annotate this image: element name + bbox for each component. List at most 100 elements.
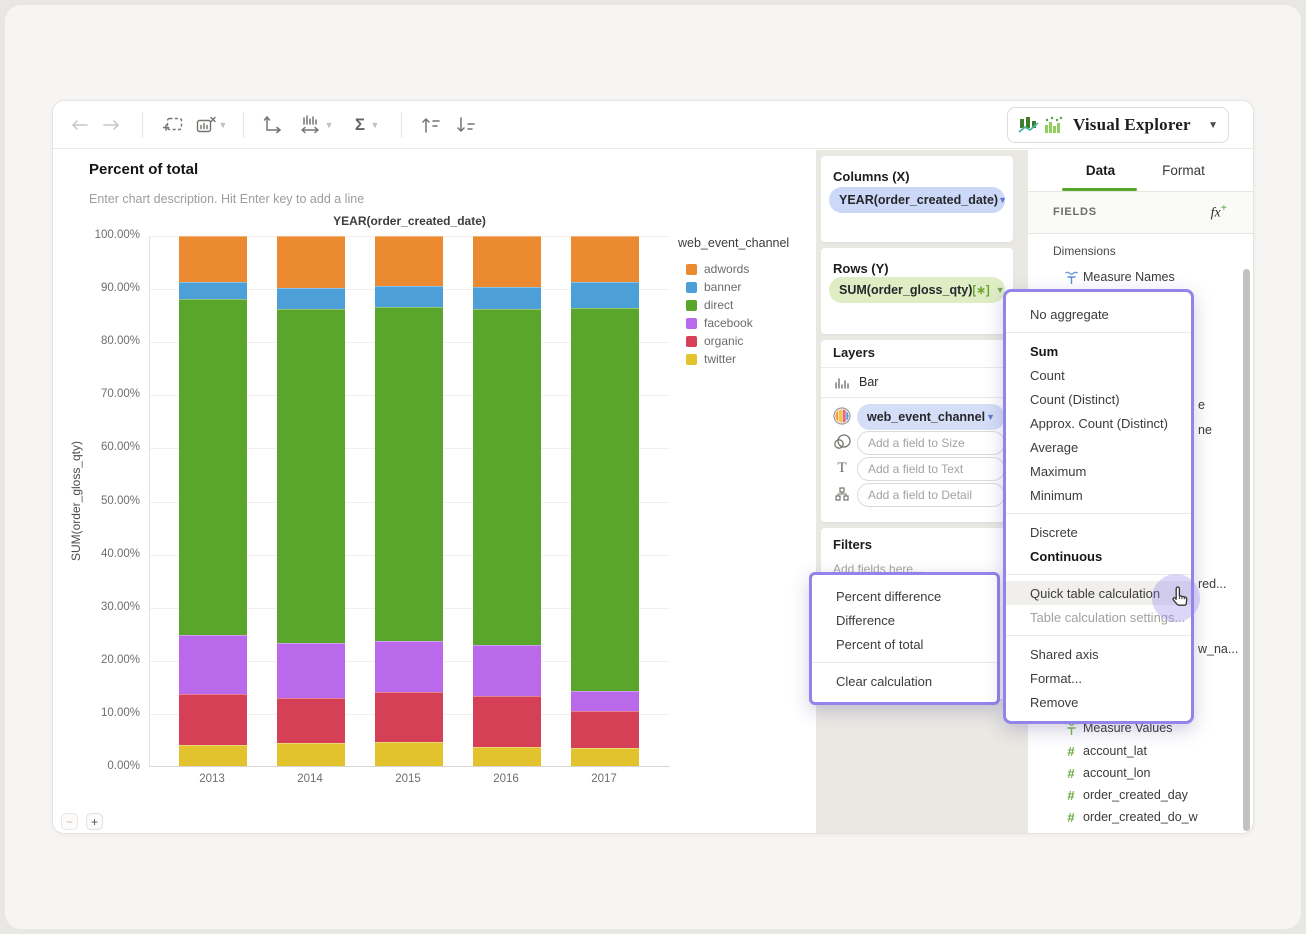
tab-format[interactable]: Format	[1151, 150, 1216, 191]
zoom-in-button[interactable]: +	[86, 813, 103, 830]
menu-item-shared-axis[interactable]: Shared axis	[1006, 642, 1191, 666]
legend-item-direct[interactable]: direct	[686, 296, 753, 314]
field-account_lon[interactable]: # account_lon	[1059, 762, 1150, 784]
chevron-down-icon[interactable]: ▼	[998, 195, 1007, 205]
swap-axes-icon[interactable]	[256, 101, 286, 149]
menu-item-format[interactable]: Format...	[1006, 666, 1191, 690]
menu-item-no-aggregate[interactable]: No aggregate	[1006, 302, 1191, 326]
x-tick-label: 2016	[493, 773, 519, 785]
menu-item-percent-difference[interactable]: Percent difference	[812, 584, 997, 608]
menu-item-remove[interactable]: Remove	[1006, 690, 1191, 714]
bar-segment-twitter[interactable]	[277, 743, 345, 766]
bar-segment-direct[interactable]	[179, 299, 247, 635]
duplicate-chart-icon[interactable]	[158, 101, 188, 149]
bar-segment-facebook[interactable]	[277, 643, 345, 698]
bar-segment-adwords[interactable]	[571, 236, 639, 282]
aggregate-caret-icon[interactable]: ▼	[367, 101, 383, 149]
field-account_lat[interactable]: # account_lat	[1059, 740, 1147, 762]
legend-item-facebook[interactable]: facebook	[686, 314, 753, 332]
bar-segment-banner[interactable]	[179, 281, 247, 300]
bin-settings-caret-icon[interactable]: ▼	[321, 101, 337, 149]
tab-data[interactable]: Data	[1068, 150, 1133, 191]
bar-segment-banner[interactable]	[473, 286, 541, 310]
menu-item-count[interactable]: Count	[1006, 363, 1191, 387]
bar-segment-banner[interactable]	[571, 281, 639, 309]
detail-shelf-input[interactable]: Add a field to Detail	[857, 483, 1005, 507]
menu-item-minimum[interactable]: Minimum	[1006, 483, 1191, 507]
field-label: account_lon	[1083, 766, 1151, 780]
bar-segment-twitter[interactable]	[571, 747, 639, 766]
rows-panel: Rows (Y) SUM(order_gloss_qty) [∗] ▼	[821, 248, 1013, 334]
visual-explorer-button[interactable]: Visual Explorer ▼	[1007, 107, 1229, 143]
rows-field-pill[interactable]: SUM(order_gloss_qty) [∗] ▼	[829, 277, 1005, 303]
bar-segment-adwords[interactable]	[277, 236, 345, 288]
legend-item-banner[interactable]: banner	[686, 278, 753, 296]
field-measure-names[interactable]: Measure Names	[1059, 268, 1175, 286]
menu-item-sum[interactable]: Sum	[1006, 339, 1191, 363]
back-icon[interactable]	[64, 101, 94, 149]
y-tick-label: 50.00%	[100, 494, 140, 507]
stacked-bar-2017[interactable]	[571, 236, 639, 766]
legend-item-twitter[interactable]: twitter	[686, 350, 753, 368]
bar-segment-facebook[interactable]	[375, 640, 443, 693]
bar-segment-adwords[interactable]	[179, 236, 247, 282]
legend-item-adwords[interactable]: adwords	[686, 260, 753, 278]
stacked-bar-2016[interactable]	[473, 236, 541, 766]
menu-item-count-distinct[interactable]: Count (Distinct)	[1006, 387, 1191, 411]
stacked-bar-2013[interactable]	[179, 236, 247, 766]
bar-segment-adwords[interactable]	[473, 236, 541, 287]
delete-chart-caret-icon[interactable]: ▼	[215, 101, 231, 149]
bar-segment-twitter[interactable]	[179, 745, 247, 766]
bar-segment-facebook[interactable]	[571, 690, 639, 711]
chevron-down-icon[interactable]: ▼	[986, 412, 995, 422]
menu-item-discrete[interactable]: Discrete	[1006, 520, 1191, 544]
sort-descending-icon[interactable]	[451, 101, 481, 149]
field-order_created_do_w[interactable]: # order_created_do_w	[1059, 806, 1197, 828]
bar-segment-organic[interactable]	[571, 710, 639, 748]
columns-field-pill[interactable]: YEAR(order_created_date) ▼	[829, 187, 1007, 213]
bar-segment-direct[interactable]	[571, 308, 639, 691]
field-order_created_day[interactable]: # order_created_day	[1059, 784, 1188, 806]
menu-item-difference[interactable]: Difference	[812, 608, 997, 632]
x-tick-label: 2017	[591, 773, 617, 785]
text-shelf-input[interactable]: Add a field to Text	[857, 457, 1005, 481]
bar-segment-banner[interactable]	[375, 285, 443, 308]
legend-item-organic[interactable]: organic	[686, 332, 753, 350]
bar-segment-direct[interactable]	[375, 307, 443, 641]
menu-item-average[interactable]: Average	[1006, 435, 1191, 459]
menu-item-clear-calculation[interactable]: Clear calculation	[812, 669, 997, 693]
bar-segment-organic[interactable]	[375, 692, 443, 743]
chart-description-placeholder[interactable]: Enter chart description. Hit Enter key t…	[89, 192, 364, 206]
bar-segment-direct[interactable]	[277, 309, 345, 644]
fields-scrollbar[interactable]	[1243, 269, 1250, 831]
menu-item-percent-of-total[interactable]: Percent of total	[812, 632, 997, 656]
field-context-menu: No aggregate Sum Count Count (Distinct) Appr…	[1003, 289, 1194, 724]
mark-type-label[interactable]: Bar	[859, 375, 878, 389]
bar-segment-banner[interactable]	[277, 287, 345, 310]
bar-segment-organic[interactable]	[179, 694, 247, 746]
bar-segment-organic[interactable]	[473, 695, 541, 747]
chart-title[interactable]: Percent of total	[89, 161, 198, 178]
bar-segment-organic[interactable]	[277, 697, 345, 744]
bar-segment-facebook[interactable]	[473, 644, 541, 696]
bar-segment-adwords[interactable]	[375, 236, 443, 286]
menu-item-maximum[interactable]: Maximum	[1006, 459, 1191, 483]
menu-item-continuous[interactable]: Continuous	[1006, 544, 1191, 568]
bar-segment-twitter[interactable]	[375, 742, 443, 766]
size-shelf-input[interactable]: Add a field to Size	[857, 431, 1005, 455]
bar-segment-direct[interactable]	[473, 309, 541, 645]
legend-label: facebook	[704, 316, 753, 330]
bar-segment-facebook[interactable]	[179, 634, 247, 695]
bar-segment-twitter[interactable]	[473, 746, 541, 766]
forward-icon[interactable]	[97, 101, 127, 149]
zoom-out-button[interactable]: −	[61, 813, 78, 830]
stacked-bar-2014[interactable]	[277, 236, 345, 766]
stacked-bar-2015[interactable]	[375, 236, 443, 766]
fields-section-header: FIELDS	[1053, 206, 1097, 218]
sort-ascending-icon[interactable]	[416, 101, 446, 149]
quick-table-calculation-submenu: Percent difference Difference Percent of t…	[809, 572, 1000, 705]
color-field-pill[interactable]: web_event_channel ▼	[857, 404, 1005, 430]
menu-item-approx-count-distinct[interactable]: Approx. Count (Distinct)	[1006, 411, 1191, 435]
add-calculated-field-icon[interactable]: fx+	[1211, 202, 1227, 222]
menu-divider	[1006, 635, 1191, 636]
